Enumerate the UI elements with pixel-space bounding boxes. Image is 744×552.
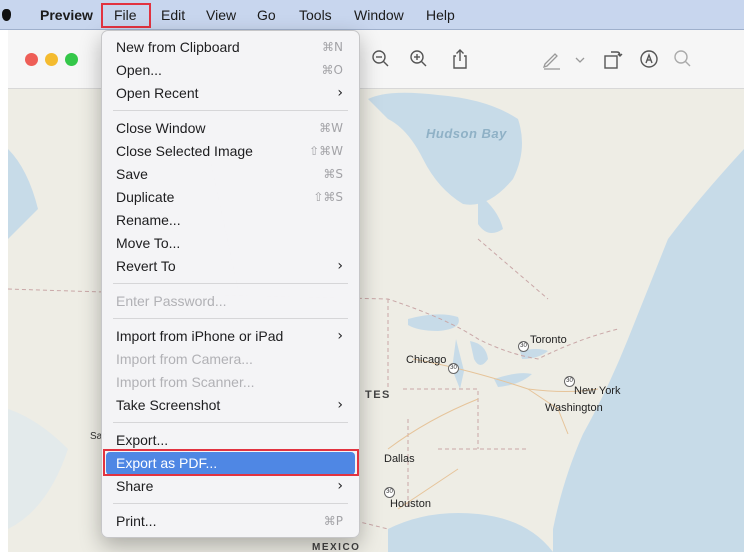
chevron-down-icon[interactable]: [568, 47, 585, 71]
menu-item-revert-to[interactable]: Revert To ›: [106, 255, 355, 278]
chevron-right-icon: ›: [337, 328, 343, 344]
menu-item-move-to[interactable]: Move To...: [106, 232, 355, 255]
menu-item-save[interactable]: Save ⌘S: [106, 163, 355, 186]
menu-item-label: Take Screenshot: [116, 397, 221, 413]
menu-item-import-from-scanner: Import from Scanner...: [106, 371, 355, 394]
menu-item-label: New from Clipboard: [116, 39, 240, 55]
map-label-hudson-bay: Hudson Bay: [426, 126, 507, 141]
menu-separator: [113, 318, 348, 319]
menu-help[interactable]: Help: [426, 0, 455, 30]
menu-item-label: Revert To: [116, 258, 176, 274]
menu-item-label: Enter Password...: [116, 293, 227, 309]
menu-edit[interactable]: Edit: [161, 0, 185, 30]
minimize-window-button[interactable]: [45, 53, 58, 66]
menu-item-import-from-iphone[interactable]: Import from iPhone or iPad ›: [106, 325, 355, 348]
zoom-in-icon[interactable]: [407, 47, 431, 71]
menu-item-share[interactable]: Share ›: [106, 475, 355, 498]
chevron-right-icon: ›: [337, 258, 343, 274]
menu-separator: [113, 110, 348, 111]
menu-item-label: Move To...: [116, 235, 181, 251]
menu-item-duplicate[interactable]: Duplicate ⇧⌘S: [106, 186, 355, 209]
export-pdf-highlight-box: [103, 449, 359, 476]
menu-item-label: Import from iPhone or iPad: [116, 328, 284, 344]
map-label-toronto: Toronto: [530, 334, 567, 346]
menu-item-open[interactable]: Open... ⌘O: [106, 59, 355, 82]
menu-bar: Preview File Edit View Go Tools Window H…: [0, 0, 744, 30]
map-label-houston: Houston: [390, 498, 431, 510]
highway-shield-icon: 30: [384, 487, 395, 498]
menu-item-label: Share: [116, 478, 154, 494]
menu-item-label: Import from Camera...: [116, 351, 253, 367]
share-icon[interactable]: [448, 47, 472, 71]
zoom-window-button[interactable]: [65, 53, 78, 66]
menu-item-shortcut: ⌘S: [323, 167, 343, 181]
menu-item-import-from-camera: Import from Camera...: [106, 348, 355, 371]
menu-item-shortcut: ⌘O: [321, 63, 343, 77]
highway-shield-icon: 30: [448, 363, 459, 374]
chevron-right-icon: ›: [337, 478, 343, 494]
menu-item-shortcut: ⌘P: [323, 514, 343, 528]
close-window-button[interactable]: [25, 53, 38, 66]
menu-item-label: Print...: [116, 513, 157, 529]
menu-window[interactable]: Window: [354, 0, 404, 30]
map-label-united-states: TES: [365, 389, 391, 401]
menu-item-new-from-clipboard[interactable]: New from Clipboard ⌘N: [106, 36, 355, 59]
markup-pen-icon[interactable]: [540, 47, 564, 71]
menu-item-print[interactable]: Print... ⌘P: [106, 510, 355, 533]
zoom-out-icon[interactable]: [369, 47, 393, 71]
highway-shield-icon: 30: [518, 341, 529, 352]
menu-item-shortcut: ⌘W: [319, 121, 343, 135]
menu-item-take-screenshot[interactable]: Take Screenshot ›: [106, 394, 355, 417]
map-label-chicago: Chicago: [406, 354, 447, 366]
menu-item-label: Save: [116, 166, 148, 182]
menu-item-shortcut: ⇧⌘W: [309, 144, 343, 158]
menu-separator: [113, 503, 348, 504]
menu-item-enter-password: Enter Password...: [106, 290, 355, 313]
menu-item-rename[interactable]: Rename...: [106, 209, 355, 232]
menu-item-label: Open...: [116, 62, 162, 78]
menu-item-label: Rename...: [116, 212, 181, 228]
menu-item-shortcut: ⇧⌘S: [313, 190, 343, 204]
menu-separator: [113, 422, 348, 423]
menu-item-open-recent[interactable]: Open Recent ›: [106, 82, 355, 105]
menu-item-close-window[interactable]: Close Window ⌘W: [106, 117, 355, 140]
menu-item-label: Open Recent: [116, 85, 199, 101]
map-label-mexico: MEXICO: [312, 542, 361, 552]
search-icon[interactable]: [671, 47, 695, 71]
menu-go[interactable]: Go: [257, 0, 276, 30]
rotate-icon[interactable]: [600, 47, 624, 71]
markup-icon[interactable]: [637, 47, 661, 71]
chevron-right-icon: ›: [337, 397, 343, 413]
menu-view[interactable]: View: [206, 0, 236, 30]
menu-item-label: Close Window: [116, 120, 206, 136]
map-label-new-york: New York: [574, 385, 621, 397]
map-label-washington: Washington: [545, 402, 603, 414]
menu-item-label: Import from Scanner...: [116, 374, 255, 390]
menu-tools[interactable]: Tools: [299, 0, 332, 30]
menu-app-preview[interactable]: Preview: [40, 0, 93, 30]
menu-file[interactable]: File: [114, 0, 137, 30]
menu-item-close-selected-image[interactable]: Close Selected Image ⇧⌘W: [106, 140, 355, 163]
map-label-dallas: Dallas: [384, 453, 415, 465]
menu-item-label: Duplicate: [116, 189, 175, 205]
apple-logo-icon[interactable]: [2, 0, 14, 30]
chevron-right-icon: ›: [337, 85, 343, 101]
menu-item-label: Close Selected Image: [116, 143, 253, 159]
menu-separator: [113, 283, 348, 284]
menu-item-shortcut: ⌘N: [322, 40, 343, 54]
